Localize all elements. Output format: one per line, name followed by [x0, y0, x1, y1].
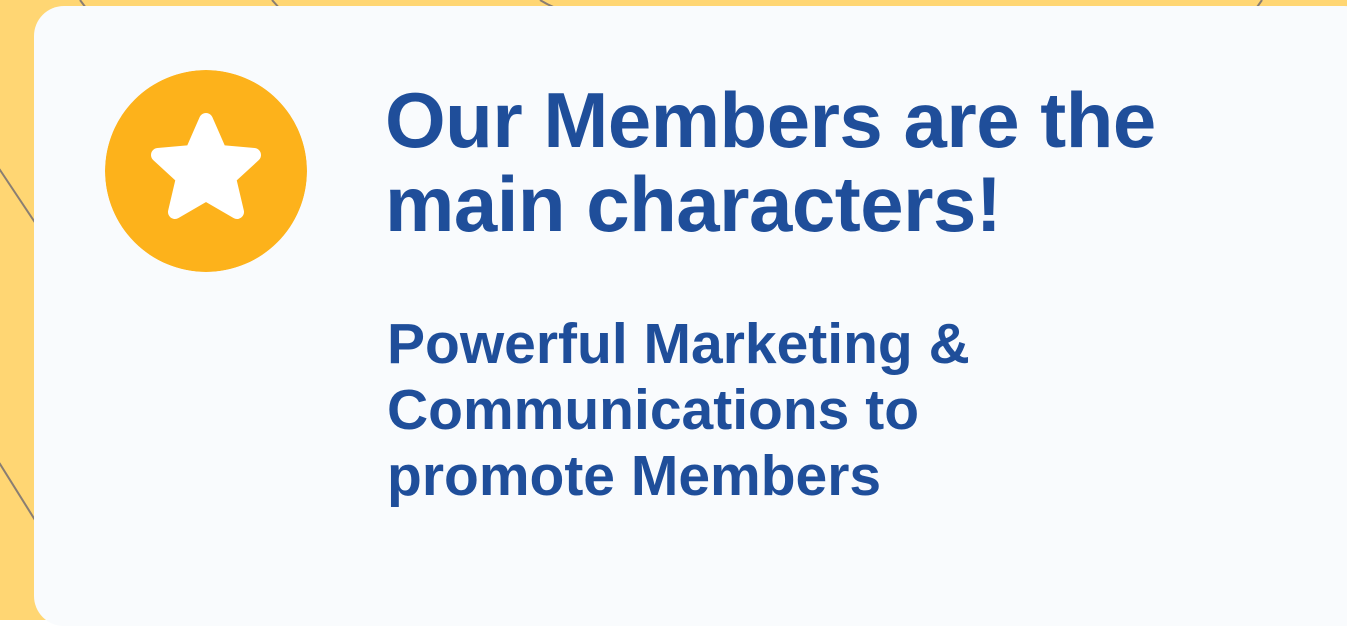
headline: Our Members are the main characters!: [385, 78, 1325, 246]
subheadline-line-2: Communications to: [387, 378, 920, 442]
headline-line-2: main characters!: [385, 160, 1002, 248]
subheadline-line-1: Powerful Marketing &: [387, 312, 970, 376]
headline-line-1: Our Members are the: [385, 76, 1156, 164]
star-badge: [105, 70, 307, 272]
subheadline-line-3: promote Members: [387, 444, 882, 508]
subheadline: Powerful Marketing & Communications to p…: [387, 311, 1287, 509]
star-icon: [105, 70, 307, 272]
